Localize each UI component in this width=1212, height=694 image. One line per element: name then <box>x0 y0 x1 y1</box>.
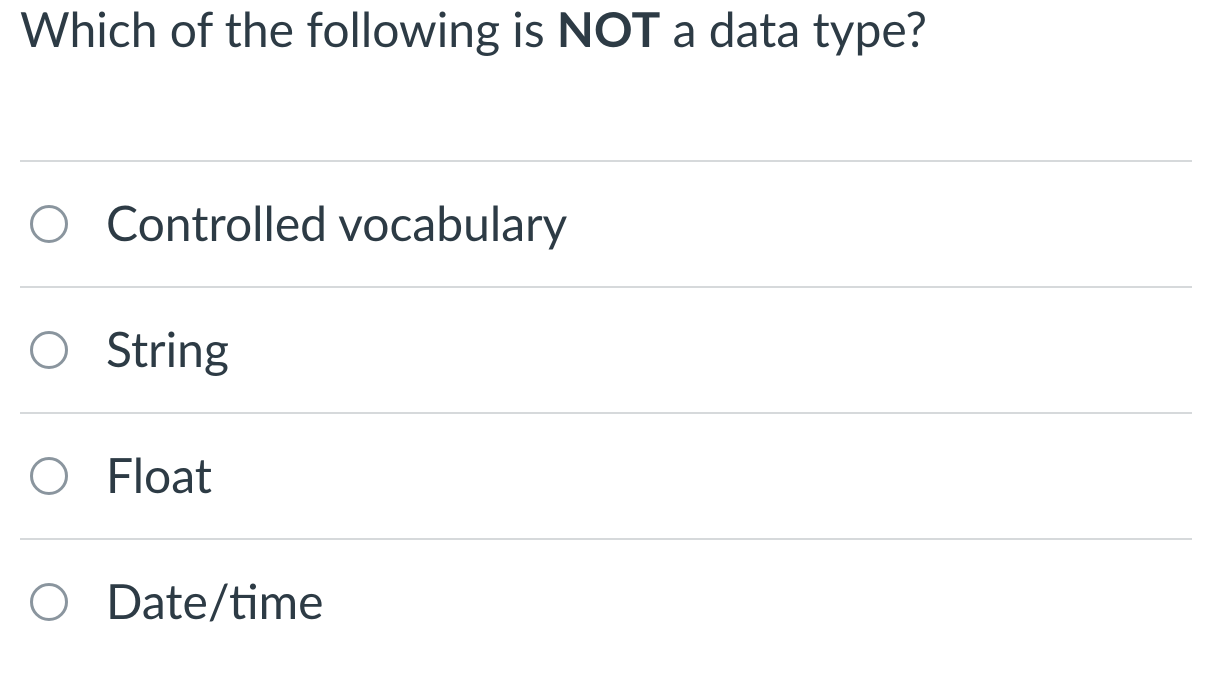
option-label: String <box>106 326 229 374</box>
radio-icon <box>30 205 68 243</box>
question-suffix: a data type? <box>660 1 927 58</box>
option-label: Controlled vocabulary <box>106 200 567 248</box>
option-controlled-vocabulary[interactable]: Controlled vocabulary <box>20 160 1192 286</box>
question-text: Which of the following is NOT a data typ… <box>20 0 1192 160</box>
option-float[interactable]: Float <box>20 412 1192 538</box>
option-date-time[interactable]: Date/time <box>20 538 1192 664</box>
question-container: Which of the following is NOT a data typ… <box>0 0 1212 664</box>
radio-icon <box>30 331 68 369</box>
option-label: Date/time <box>106 578 323 626</box>
radio-icon <box>30 457 68 495</box>
radio-icon <box>30 583 68 621</box>
question-emphasis: NOT <box>557 1 660 58</box>
option-label: Float <box>106 452 212 500</box>
question-prefix: Which of the following is <box>20 1 557 58</box>
option-string[interactable]: String <box>20 286 1192 412</box>
options-list: Controlled vocabulary String Float Date/… <box>20 160 1192 664</box>
